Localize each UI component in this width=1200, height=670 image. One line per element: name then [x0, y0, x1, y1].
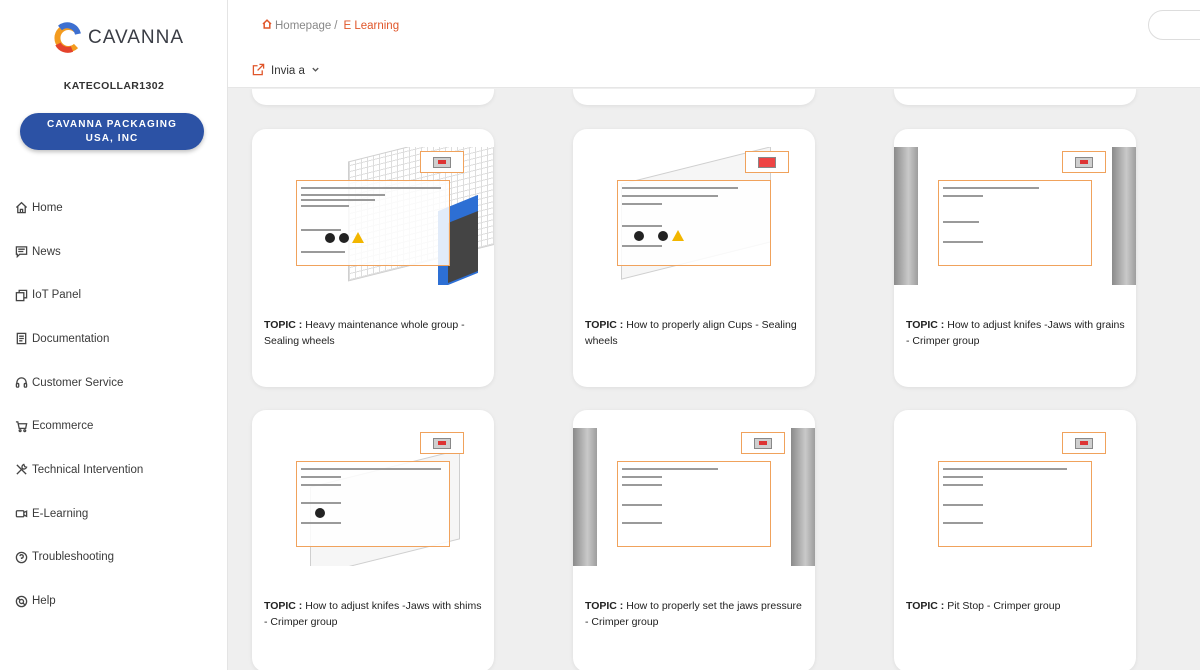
course-thumbnail — [894, 428, 1136, 566]
thumbnail-side-bar — [573, 428, 597, 566]
share-icon — [252, 63, 265, 79]
course-card[interactable]: TOPIC : Heavy maintenance whole group - … — [252, 129, 494, 387]
course-topic: TOPIC : How to properly set the jaws pre… — [585, 598, 805, 630]
thumbnail-info-box — [296, 461, 450, 547]
thumbnail-side-bar — [791, 428, 815, 566]
cavanna-logo[interactable]: CAVANNA — [52, 22, 184, 54]
topic-prefix: TOPIC : — [906, 319, 945, 331]
elearning-grid: TOPIC : Heavy maintenance whole group - … — [228, 89, 1200, 670]
thumbnail-side-bar — [894, 147, 918, 285]
topic-title: Pit Stop - Crimper group — [947, 600, 1061, 612]
topic-prefix: TOPIC : — [906, 600, 945, 612]
sidebar-item-label: Troubleshooting — [32, 551, 115, 564]
course-topic: TOPIC : How to adjust knifes -Jaws with … — [264, 598, 484, 630]
topic-prefix: TOPIC : — [264, 600, 303, 612]
thumbnail-inset — [745, 151, 789, 173]
course-card[interactable]: TOPIC : How to properly set the jaws pre… — [573, 410, 815, 670]
sidebar-item-label: Customer Service — [32, 376, 124, 389]
thumbnail-info-box — [617, 461, 771, 547]
sidebar-item-home[interactable]: Home — [14, 186, 214, 230]
logo-text: CAVANNA — [88, 27, 185, 48]
home-icon — [262, 19, 272, 32]
send-to-dropdown[interactable]: Invia a — [252, 63, 320, 79]
course-card[interactable]: TOPIC : How to adjust knifes -Jaws with … — [252, 410, 494, 670]
sidebar-item-label: E-Learning — [32, 507, 89, 520]
course-card-partial[interactable] — [252, 89, 494, 105]
sidebar-item-label: Help — [32, 595, 56, 608]
course-thumbnail — [252, 147, 494, 285]
breadcrumb-current: E Learning — [343, 19, 400, 32]
gray-panel — [448, 210, 478, 284]
thumbnail-info-box — [938, 180, 1092, 266]
breadcrumb: Homepage / E Learning — [262, 19, 399, 32]
breadcrumb-separator: / — [334, 19, 338, 32]
thumbnail-inset — [1062, 432, 1106, 454]
breadcrumb-home-link[interactable]: Homepage — [262, 19, 331, 32]
course-thumbnail — [894, 147, 1136, 285]
search-input[interactable] — [1148, 10, 1200, 40]
sidebar: CAVANNA KATECOLLAR1302 CAVANNA PACKAGING… — [0, 0, 228, 670]
sidebar-nav: Home News IoT Panel Documentation Custom… — [14, 186, 214, 623]
course-card[interactable]: TOPIC : How to adjust knifes -Jaws with … — [894, 129, 1136, 387]
company-button[interactable]: CAVANNA PACKAGING USA, INC — [20, 113, 204, 150]
breadcrumb-home-label: Homepage — [275, 19, 332, 32]
thumbnail-info-box — [296, 180, 450, 266]
chevron-down-icon — [311, 65, 320, 77]
topic-prefix: TOPIC : — [264, 319, 303, 331]
home-icon — [14, 201, 28, 215]
course-thumbnail — [573, 428, 815, 566]
sidebar-item-label: Ecommerce — [32, 420, 94, 433]
thumbnail-inset — [1062, 151, 1106, 173]
help-icon — [14, 594, 28, 608]
send-to-label: Invia a — [271, 65, 305, 77]
sidebar-item-technical-intervention[interactable]: Technical Intervention — [14, 448, 214, 492]
sidebar-item-label: Documentation — [32, 332, 110, 345]
sidebar-item-news[interactable]: News — [14, 230, 214, 274]
video-icon — [14, 507, 28, 521]
course-card-partial[interactable] — [894, 89, 1136, 105]
thumbnail-inset — [741, 432, 785, 454]
question-icon — [14, 550, 28, 564]
topic-prefix: TOPIC : — [585, 319, 624, 331]
sidebar-item-label: IoT Panel — [32, 289, 82, 302]
username: KATECOLLAR1302 — [63, 80, 165, 92]
course-card-partial[interactable] — [573, 89, 815, 105]
course-thumbnail — [252, 428, 494, 566]
iot-panel-icon — [14, 288, 28, 302]
sidebar-item-ecommerce[interactable]: Ecommerce — [14, 404, 214, 448]
cavanna-logo-icon — [54, 22, 81, 53]
sidebar-item-help[interactable]: Help — [14, 579, 214, 623]
course-topic: TOPIC : How to properly align Cups - Sea… — [585, 317, 805, 349]
cart-icon — [14, 419, 28, 433]
course-card[interactable]: TOPIC : How to properly align Cups - Sea… — [573, 129, 815, 387]
sidebar-item-documentation[interactable]: Documentation — [14, 317, 214, 361]
headset-icon — [14, 376, 28, 390]
thumbnail-info-box — [938, 461, 1092, 547]
sidebar-item-customer-service[interactable]: Customer Service — [14, 361, 214, 405]
sidebar-item-label: Home — [32, 201, 63, 214]
document-icon — [14, 332, 28, 346]
thumbnail-side-bar — [1112, 147, 1136, 285]
sidebar-item-troubleshooting[interactable]: Troubleshooting — [14, 536, 214, 580]
course-topic: TOPIC : How to adjust knifes -Jaws with … — [906, 317, 1126, 349]
sidebar-item-iot-panel[interactable]: IoT Panel — [14, 273, 214, 317]
course-card[interactable]: TOPIC : Pit Stop - Crimper group — [894, 410, 1136, 670]
sidebar-item-label: Technical Intervention — [32, 463, 144, 476]
sidebar-item-e-learning[interactable]: E-Learning — [14, 492, 214, 536]
tools-icon — [14, 463, 28, 477]
course-topic: TOPIC : Heavy maintenance whole group - … — [264, 317, 484, 349]
course-topic: TOPIC : Pit Stop - Crimper group — [906, 598, 1126, 614]
header: Homepage / E Learning Invia a — [228, 0, 1200, 88]
news-icon — [14, 245, 28, 259]
thumbnail-info-box — [617, 180, 771, 266]
thumbnail-inset — [420, 151, 464, 173]
sidebar-item-label: News — [32, 245, 61, 258]
topic-prefix: TOPIC : — [585, 600, 624, 612]
course-thumbnail — [573, 147, 815, 285]
thumbnail-inset — [420, 432, 464, 454]
